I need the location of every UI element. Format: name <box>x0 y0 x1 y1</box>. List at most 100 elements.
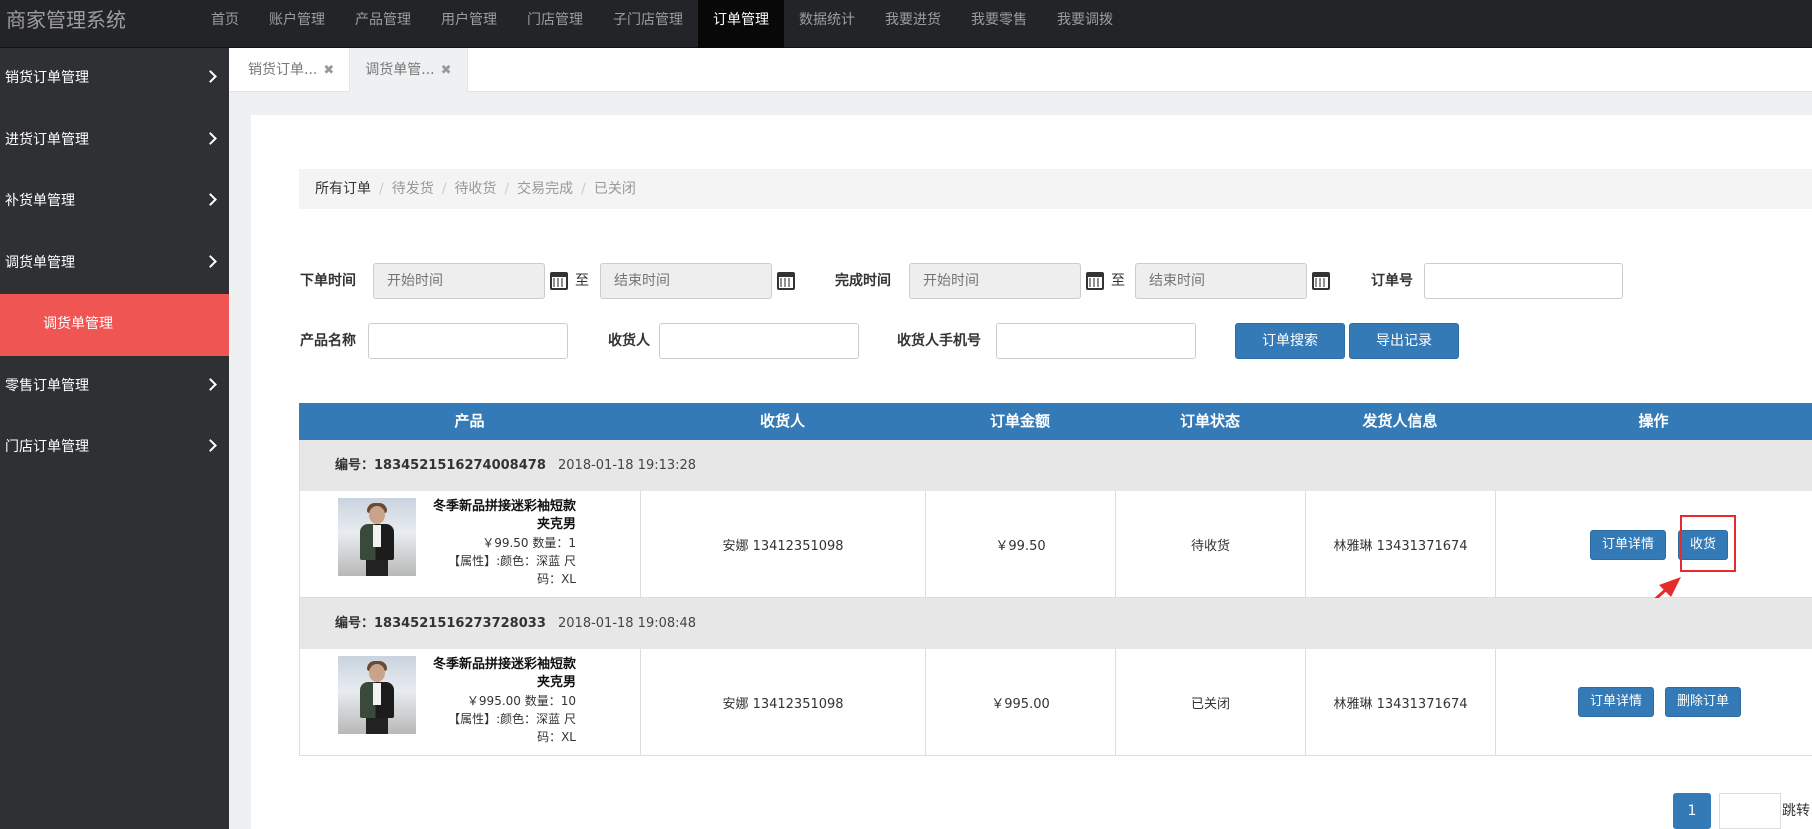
export-records-button[interactable]: 导出记录 <box>1349 323 1459 359</box>
filter-closed[interactable]: 已关闭 <box>594 181 636 197</box>
calendar-icon[interactable] <box>550 272 568 290</box>
sidebar-item-sales-orders[interactable]: 销货订单管理 <box>0 48 229 110</box>
filter-completed[interactable]: 交易完成 <box>517 181 573 197</box>
shipper-cell: 林雅琳 13431371674 <box>1306 649 1496 756</box>
chevron-right-icon <box>204 70 217 83</box>
nav-orders[interactable]: 订单管理 <box>698 0 784 48</box>
order-detail-button[interactable]: 订单详情 <box>1578 687 1655 717</box>
receiver-cell: 安娜 13412351098 <box>641 491 926 598</box>
calendar-icon[interactable] <box>1086 272 1104 290</box>
amount-cell: ￥995.00 <box>926 649 1116 756</box>
product-info: 冬季新品拼接迷彩袖短款夹克男 ￥995.00 数量：10 【属性】:颜色：深蓝 … <box>428 656 576 746</box>
col-actions: 操作 <box>1638 412 1669 430</box>
product-image[interactable] <box>338 656 416 734</box>
status-cell: 已关闭 <box>1116 649 1306 756</box>
order-number: 编号：1834521516273728033 <box>335 616 546 631</box>
nav-retail[interactable]: 我要零售 <box>956 0 1042 48</box>
highlight-box <box>1680 515 1736 572</box>
separator: / <box>581 181 586 197</box>
page-jump-input[interactable] <box>1719 793 1781 829</box>
jump-label[interactable]: 跳转 <box>1782 793 1810 829</box>
search-orders-button[interactable]: 订单搜索 <box>1235 323 1345 359</box>
product-info: 冬季新品拼接迷彩袖短款夹克男 ￥99.50 数量：1 【属性】:颜色：深蓝 尺码… <box>428 498 576 588</box>
order-detail-button[interactable]: 订单详情 <box>1590 530 1667 560</box>
product-cell: 冬季新品拼接迷彩袖短款夹克男 ￥99.50 数量：1 【属性】:颜色：深蓝 尺码… <box>300 491 641 598</box>
order-number: 编号：1834521516274008478 <box>335 458 546 473</box>
filter-all-orders[interactable]: 所有订单 <box>315 181 371 197</box>
sidebar-item-purchase-orders[interactable]: 进货订单管理 <box>0 110 229 172</box>
nav-substore[interactable]: 子门店管理 <box>598 0 698 48</box>
sidebar-subitem-transfer-manage[interactable]: 调货单管理 <box>0 294 229 356</box>
product-cell: 冬季新品拼接迷彩袖短款夹克男 ￥995.00 数量：10 【属性】:颜色：深蓝 … <box>300 649 641 756</box>
tab-label: 销货订单... <box>248 62 318 78</box>
sidebar-item-label: 补货单管理 <box>5 193 75 209</box>
chevron-right-icon <box>204 193 217 206</box>
complete-time-label: 完成时间 <box>835 273 891 289</box>
sidebar-item-restock[interactable]: 补货单管理 <box>0 171 229 233</box>
order-time-start-input[interactable] <box>373 263 545 299</box>
sidebar-item-transfer[interactable]: 调货单管理 <box>0 233 229 295</box>
chevron-right-icon <box>204 377 217 391</box>
complete-time-end-input[interactable] <box>1135 263 1307 299</box>
order-time-end-input[interactable] <box>600 263 772 299</box>
order-time: 2018-01-18 19:13:28 <box>558 458 697 473</box>
nav-transfer[interactable]: 我要调拨 <box>1042 0 1128 48</box>
sidebar-item-store-orders[interactable]: 门店订单管理 <box>0 417 229 479</box>
receiver-phone-input[interactable] <box>996 323 1196 359</box>
receiver-label: 收货人 <box>608 333 650 349</box>
range-to-text: 至 <box>1111 273 1125 289</box>
sidebar-item-label: 零售订单管理 <box>5 377 89 394</box>
chevron-right-icon <box>204 439 217 452</box>
product-image[interactable] <box>338 498 416 576</box>
order-time-label: 下单时间 <box>300 273 356 289</box>
sidebar-item-retail-orders[interactable]: 零售订单管理 <box>0 356 229 418</box>
sidebar: 销货订单管理 进货订单管理 补货单管理 调货单管理 调货单管理 零售订单管理 门… <box>0 48 229 829</box>
nav-account[interactable]: 账户管理 <box>254 0 340 48</box>
product-price-qty: ￥995.00 数量：10 <box>466 694 576 708</box>
nav-home[interactable]: 首页 <box>196 0 254 48</box>
nav-stats[interactable]: 数据统计 <box>784 0 870 48</box>
range-to-text: 至 <box>575 273 589 289</box>
status-cell: 待收货 <box>1116 491 1306 598</box>
amount-cell: ￥99.50 <box>926 491 1116 598</box>
receiver-input[interactable] <box>659 323 859 359</box>
nav-purchase[interactable]: 我要进货 <box>870 0 956 48</box>
receiver-phone-label: 收货人手机号 <box>897 333 981 349</box>
col-shipper: 发货人信息 <box>1362 412 1438 430</box>
order-no-input[interactable] <box>1424 263 1623 299</box>
separator: / <box>504 181 510 197</box>
calendar-icon[interactable] <box>777 272 795 290</box>
complete-time-start-input[interactable] <box>909 263 1081 299</box>
product-name-label: 产品名称 <box>300 333 356 349</box>
page-1-button[interactable]: 1 <box>1673 793 1711 829</box>
tab-transfer-orders[interactable]: 调货单管... ✖ <box>350 48 468 92</box>
order-no-label: 订单号 <box>1371 273 1413 289</box>
product-name[interactable]: 冬季新品拼接迷彩袖短款夹克男 <box>428 498 576 534</box>
nav-store[interactable]: 门店管理 <box>512 0 598 48</box>
sidebar-item-label: 调货单管理 <box>5 254 75 271</box>
product-name-input[interactable] <box>368 323 568 359</box>
order-time: 2018-01-18 19:08:48 <box>558 616 697 631</box>
product-name[interactable]: 冬季新品拼接迷彩袖短款夹克男 <box>428 656 576 692</box>
product-attrs: 【属性】:颜色：深蓝 尺码：XL <box>448 554 576 586</box>
order-status-filter: 所有订单 / 待发货 / 待收货 / 交易完成 / 已关闭 <box>299 169 1812 209</box>
calendar-icon[interactable] <box>1312 272 1330 290</box>
filter-pending-receive[interactable]: 待收货 <box>454 181 496 197</box>
close-icon[interactable]: ✖ <box>441 63 452 78</box>
order-header: 编号：1834521516274008478 2018-01-18 19:13:… <box>299 440 1812 491</box>
nav-product[interactable]: 产品管理 <box>340 0 426 48</box>
page-tabs: 销货订单... ✖ 调货单管... ✖ <box>229 48 1812 92</box>
filter-pending-ship[interactable]: 待发货 <box>392 181 434 197</box>
chevron-right-icon <box>204 254 217 268</box>
delete-order-button[interactable]: 删除订单 <box>1665 687 1742 717</box>
top-nav: 首页 账户管理 产品管理 用户管理 门店管理 子门店管理 订单管理 数据统计 我… <box>196 0 1128 48</box>
col-amount: 订单金额 <box>989 412 1050 430</box>
close-icon[interactable]: ✖ <box>323 63 334 78</box>
col-product: 产品 <box>454 412 485 430</box>
shipper-cell: 林雅琳 13431371674 <box>1306 491 1496 598</box>
nav-user[interactable]: 用户管理 <box>426 0 512 48</box>
top-navbar: 商家管理系统 首页 账户管理 产品管理 用户管理 门店管理 子门店管理 订单管理… <box>0 0 1812 48</box>
table-row: 冬季新品拼接迷彩袖短款夹克男 ￥995.00 数量：10 【属性】:颜色：深蓝 … <box>299 649 1812 756</box>
product-price-qty: ￥99.50 数量：1 <box>482 536 576 550</box>
tab-sales-orders[interactable]: 销货订单... ✖ <box>233 48 351 92</box>
